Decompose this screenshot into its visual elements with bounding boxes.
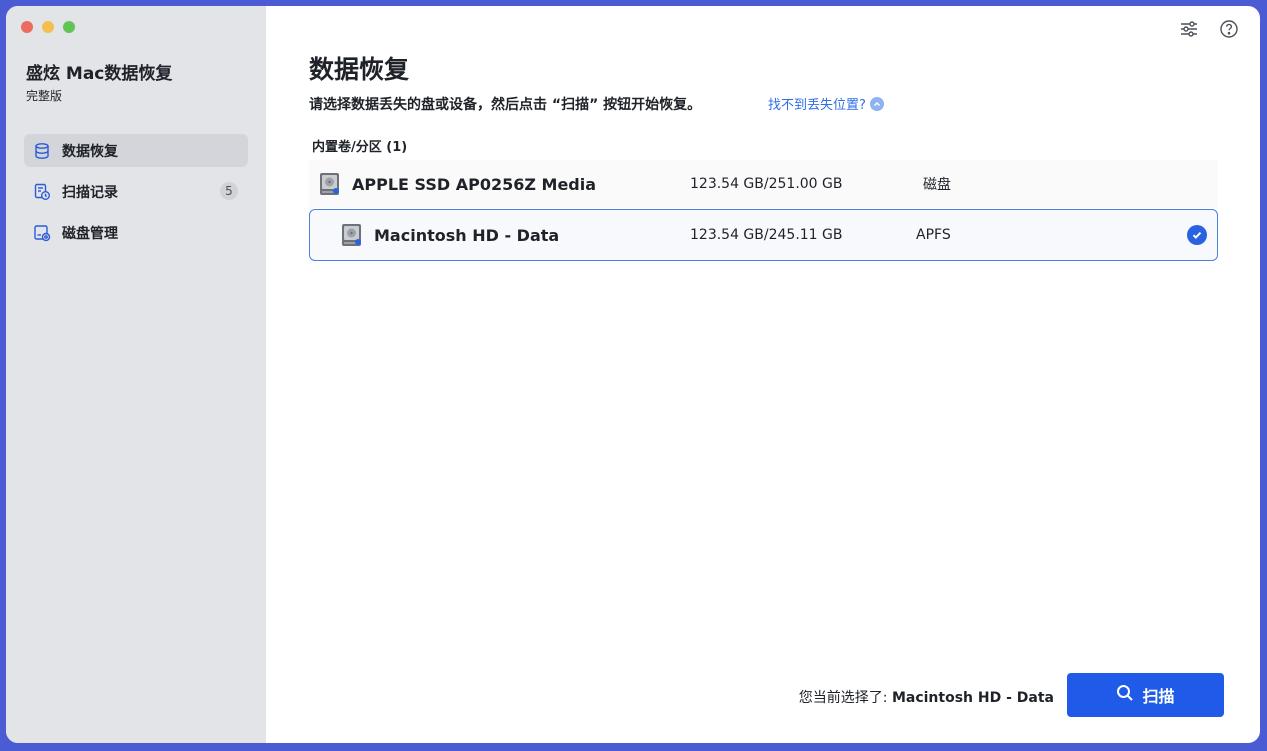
section-label: 内置卷/分区 (1) bbox=[312, 140, 408, 155]
cannot-find-location-link[interactable]: 找不到丢失位置? bbox=[768, 94, 884, 113]
zoom-window-button[interactable] bbox=[63, 21, 75, 33]
drive-name: Macintosh HD - Data bbox=[374, 225, 560, 245]
chevron-up-icon bbox=[869, 96, 884, 111]
scan-button-label: 扫描 bbox=[1142, 687, 1175, 706]
drive-capacity: 123.54 GB/245.11 GB bbox=[690, 227, 843, 243]
help-link-label: 找不到丢失位置? bbox=[768, 98, 866, 113]
sidebar-nav: 数据恢复 扫描记录 5 磁盘管理 bbox=[24, 134, 248, 257]
hard-drive-icon bbox=[341, 223, 363, 247]
top-toolbar bbox=[1178, 18, 1240, 40]
sidebar-item-disk-management[interactable]: 磁盘管理 bbox=[24, 216, 248, 249]
main-content: 数据恢复 请选择数据丢失的盘或设备，然后点击 “扫描” 按钮开始恢复。 找不到丢… bbox=[266, 6, 1260, 743]
sliders-icon[interactable] bbox=[1178, 18, 1200, 40]
search-icon bbox=[1116, 684, 1134, 706]
sidebar-item-scan-history[interactable]: 扫描记录 5 bbox=[24, 175, 248, 208]
app-window: 盛炫 Mac数据恢复 完整版 数据恢复 扫描记录 5 磁盘管理 数据恢复 请选择… bbox=[6, 6, 1260, 743]
history-icon bbox=[32, 182, 52, 202]
help-icon[interactable] bbox=[1218, 18, 1240, 40]
app-edition: 完整版 bbox=[26, 89, 63, 103]
hard-drive-icon bbox=[319, 172, 341, 196]
page-title: 数据恢复 bbox=[309, 55, 410, 84]
minimize-window-button[interactable] bbox=[42, 21, 54, 33]
current-selection-value: Macintosh HD - Data bbox=[891, 690, 1054, 706]
close-window-button[interactable] bbox=[21, 21, 33, 33]
drive-row[interactable]: APPLE SSD AP0256Z Media 123.54 GB/251.00… bbox=[309, 160, 1218, 208]
drive-row-selected[interactable]: Macintosh HD - Data 123.54 GB/245.11 GB … bbox=[309, 209, 1218, 261]
sidebar-item-label: 数据恢复 bbox=[62, 143, 118, 160]
database-icon bbox=[32, 141, 52, 161]
drive-type: APFS bbox=[916, 227, 951, 243]
sidebar: 盛炫 Mac数据恢复 完整版 数据恢复 扫描记录 5 磁盘管理 bbox=[6, 6, 266, 743]
drive-name: APPLE SSD AP0256Z Media bbox=[352, 174, 597, 194]
app-title: 盛炫 Mac数据恢复 bbox=[26, 64, 173, 84]
scan-button[interactable]: 扫描 bbox=[1067, 673, 1224, 717]
drive-type: 磁盘 bbox=[923, 177, 951, 193]
page-description: 请选择数据丢失的盘或设备，然后点击 “扫描” 按钮开始恢复。 bbox=[309, 97, 702, 113]
window-controls bbox=[21, 21, 75, 33]
sidebar-item-label: 扫描记录 bbox=[62, 184, 118, 201]
disk-settings-icon bbox=[32, 223, 52, 243]
history-count-badge: 5 bbox=[220, 182, 238, 200]
sidebar-item-label: 磁盘管理 bbox=[62, 225, 118, 242]
sidebar-item-data-recovery[interactable]: 数据恢复 bbox=[24, 134, 248, 167]
selected-check-icon bbox=[1187, 225, 1207, 245]
current-selection-prefix: 您当前选择了: bbox=[798, 690, 892, 706]
drive-capacity: 123.54 GB/251.00 GB bbox=[690, 176, 843, 192]
current-selection: 您当前选择了: Macintosh HD - Data bbox=[799, 687, 1054, 707]
